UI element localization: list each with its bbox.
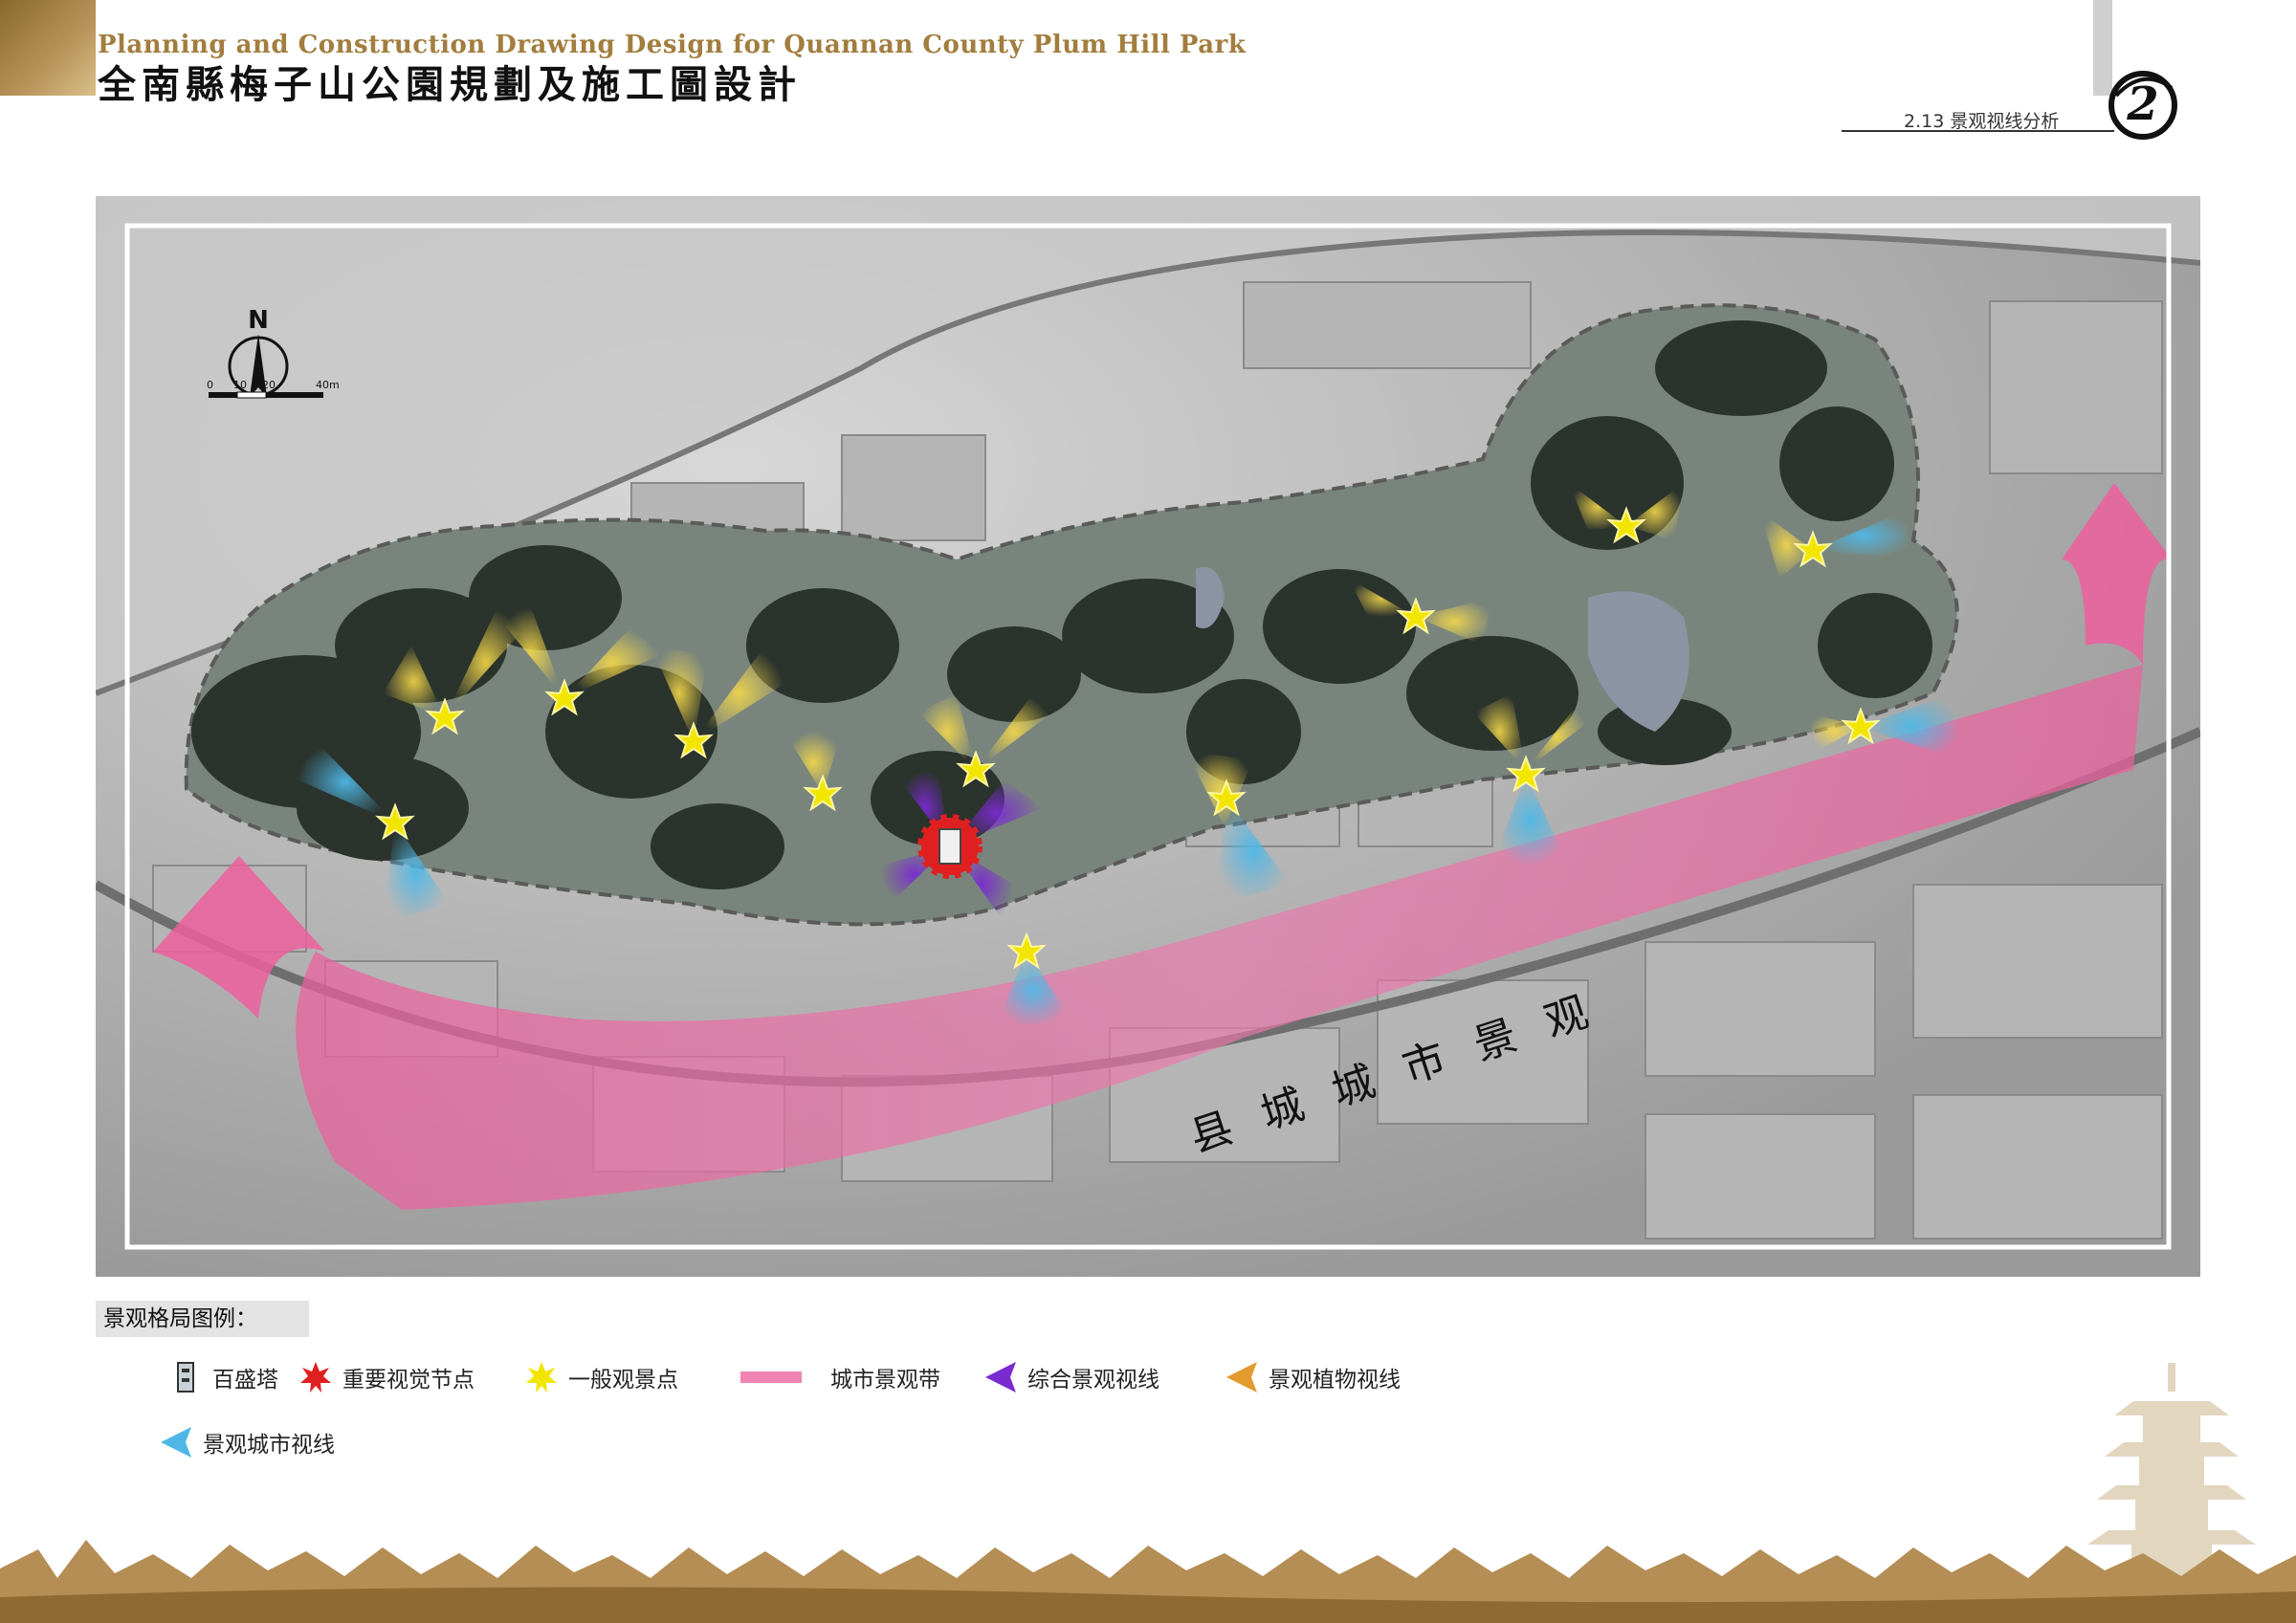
section-label: 2.13 景观视线分析 xyxy=(1904,111,2060,132)
pagoda-icon xyxy=(168,1360,203,1394)
legend-label: 一般观景点 xyxy=(568,1368,678,1393)
legend-item-comprehensive-sight: 综合景观视线 xyxy=(983,1358,1159,1396)
page-number: 2 xyxy=(2126,77,2158,131)
legend-label: 景观植物视线 xyxy=(1269,1368,1401,1393)
orange-cone-icon xyxy=(1225,1360,1259,1394)
legend-label: 景观城市视线 xyxy=(203,1433,335,1458)
site-plan-map: 县城城市景观 N 0 10 20 40m xyxy=(96,196,2200,1277)
legend-item-key-node: 重要视觉节点 xyxy=(298,1358,475,1396)
purple-cone-icon xyxy=(983,1360,1018,1394)
pagoda-icon xyxy=(938,828,961,865)
scale-label: 0 xyxy=(207,379,213,391)
title-chinese: 全南縣梅子山公園規劃及施工圖設計 xyxy=(98,62,802,107)
scale-label: 40m xyxy=(316,379,340,391)
section-rule xyxy=(1842,130,2114,132)
key-visual-node xyxy=(917,814,982,879)
legend-label: 百盛塔 xyxy=(212,1368,278,1393)
decorative-ground xyxy=(0,1540,2296,1623)
legend-label: 综合景观视线 xyxy=(1027,1368,1159,1393)
red-star-icon xyxy=(298,1360,333,1394)
legend-item-city-band: 城市景观带 xyxy=(740,1358,940,1396)
legend-title: 景观格局图例： xyxy=(96,1301,309,1337)
page-number-badge: 2 xyxy=(2108,71,2177,140)
legend-item-pagoda: 百盛塔 xyxy=(168,1358,278,1396)
legend-item-plant-sight: 景观植物视线 xyxy=(1225,1358,1401,1396)
legend-label: 城市景观带 xyxy=(830,1368,940,1393)
legend-label: 重要视觉节点 xyxy=(342,1368,475,1393)
legend-item-city-sight: 景观城市视线 xyxy=(159,1423,335,1461)
legend-item-viewpoint: 一般观景点 xyxy=(524,1358,678,1396)
blue-cone-icon xyxy=(159,1425,193,1459)
scale-label: 20 xyxy=(262,379,276,391)
pink-band-icon xyxy=(740,1360,802,1394)
corner-texture xyxy=(0,0,96,96)
north-label: N xyxy=(248,306,269,335)
yellow-star-icon xyxy=(524,1360,559,1394)
scale-label: 10 xyxy=(233,379,247,391)
